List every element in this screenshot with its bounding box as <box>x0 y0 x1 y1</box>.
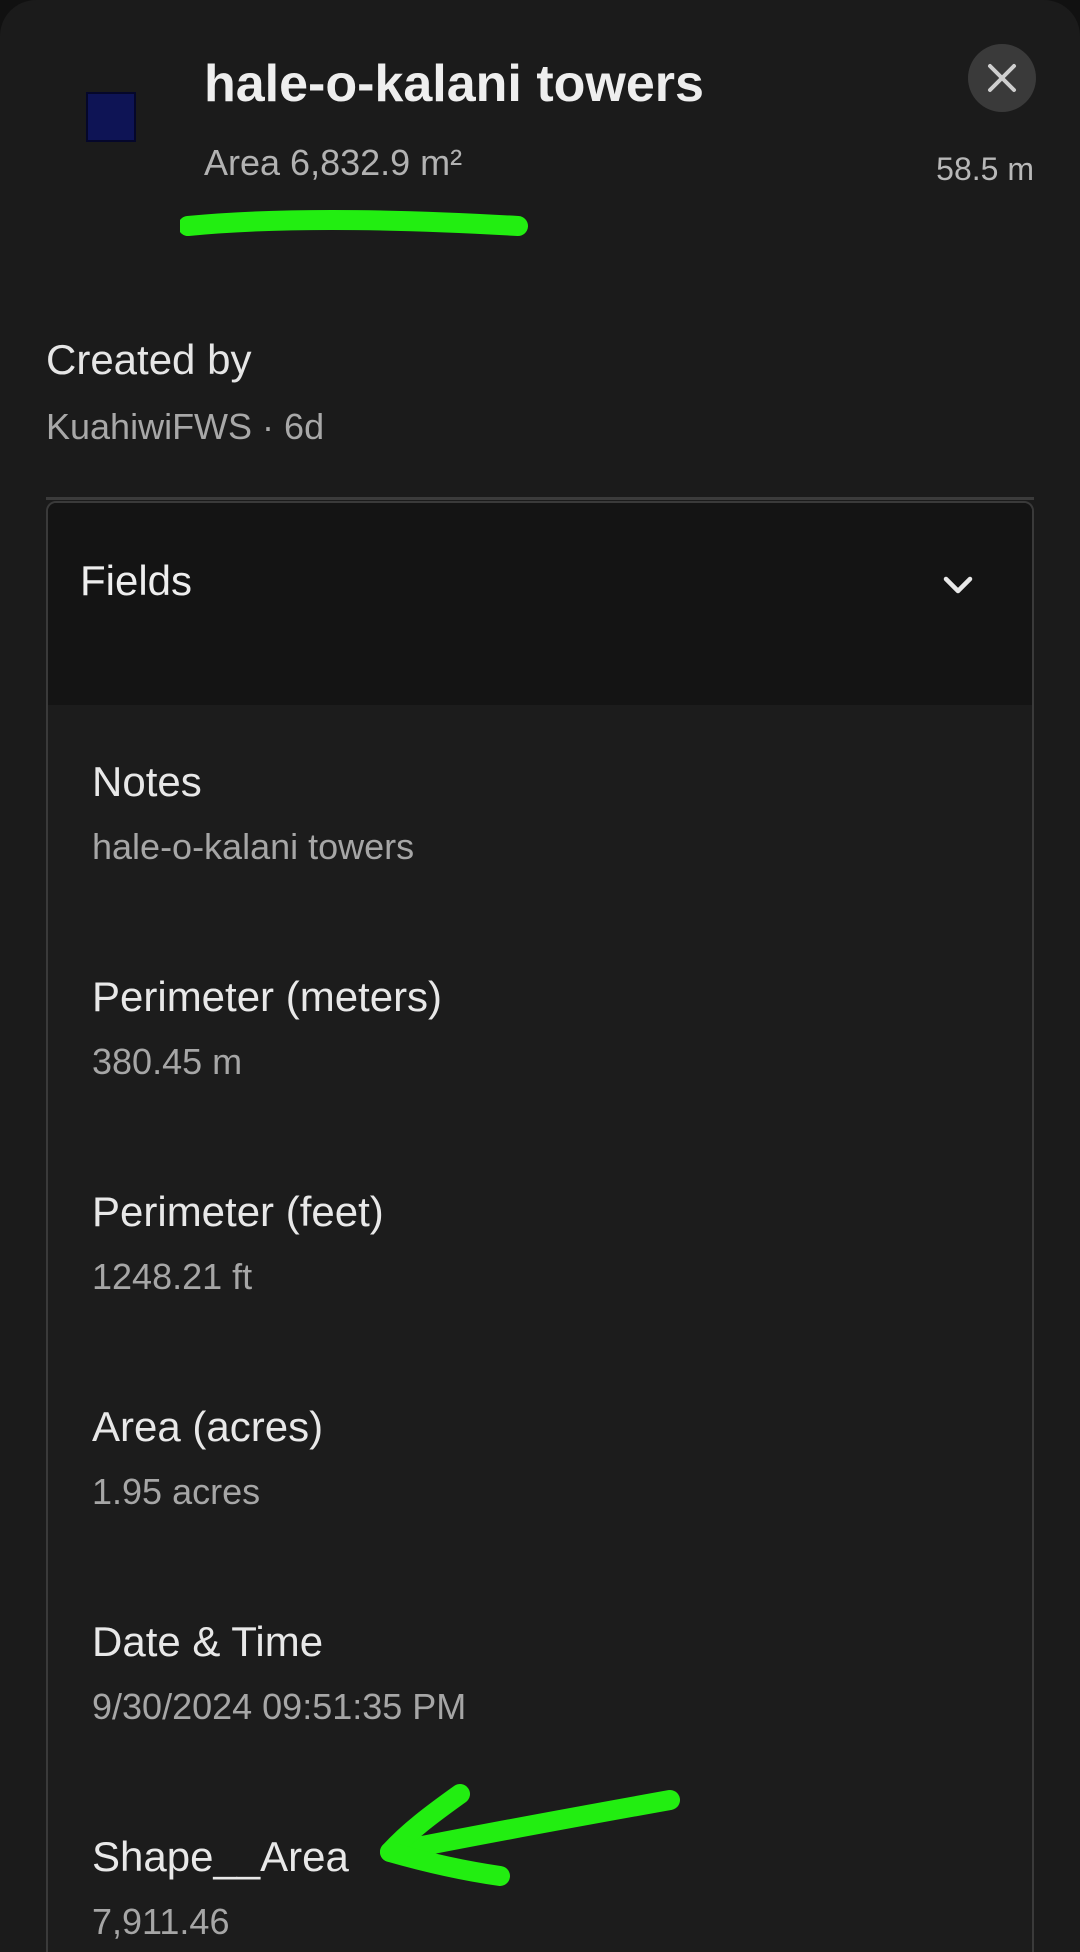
field-value: 7,911.46 <box>92 1901 230 1942</box>
field-area-acres: Area (acres) 1.95 acres <box>92 1402 972 1514</box>
highlight-underline-annotation <box>180 210 528 236</box>
feature-distance: 58.5 m <box>936 151 1034 187</box>
field-notes: Notes hale-o-kalani towers <box>92 757 972 869</box>
field-label: Perimeter (meters) <box>92 973 443 1020</box>
field-value: 9/30/2024 09:51:35 PM <box>92 1686 467 1727</box>
field-perimeter-feet: Perimeter (feet) 1248.21 ft <box>92 1187 972 1299</box>
field-value: hale-o-kalani towers <box>92 826 415 867</box>
field-value: 1.95 acres <box>92 1471 261 1512</box>
feature-details-sheet: hale-o-kalani towers Area 6,832.9 m² 58.… <box>0 0 1080 1952</box>
chevron-down-icon[interactable] <box>938 565 978 605</box>
close-icon <box>988 64 1016 92</box>
field-perimeter-meters: Perimeter (meters) 380.45 m <box>92 972 972 1084</box>
field-value: 1248.21 ft <box>92 1256 253 1297</box>
close-button[interactable] <box>968 44 1036 112</box>
field-label: Area (acres) <box>92 1403 324 1450</box>
created-by-label: Created by <box>46 336 252 383</box>
field-label: Notes <box>92 758 202 805</box>
field-label: Shape__Area <box>92 1833 349 1880</box>
field-label: Date & Time <box>92 1618 324 1665</box>
field-value: 380.45 m <box>92 1041 243 1082</box>
feature-title: hale-o-kalani towers <box>204 55 704 113</box>
layer-symbol-swatch <box>86 92 136 142</box>
field-shape-area: Shape__Area 7,911.46 <box>92 1832 972 1944</box>
created-by-value: KuahiwiFWS · 6d <box>46 406 325 447</box>
field-date-time: Date & Time 9/30/2024 09:51:35 PM <box>92 1617 972 1729</box>
fields-title: Fields <box>80 557 193 604</box>
fields-header[interactable]: Fields <box>48 503 1032 705</box>
section-divider <box>46 497 1034 500</box>
fields-panel: Fields Notes hale-o-kalani towers Perime… <box>46 501 1034 1952</box>
feature-area: Area 6,832.9 m² <box>204 142 463 183</box>
field-label: Perimeter (feet) <box>92 1188 384 1235</box>
